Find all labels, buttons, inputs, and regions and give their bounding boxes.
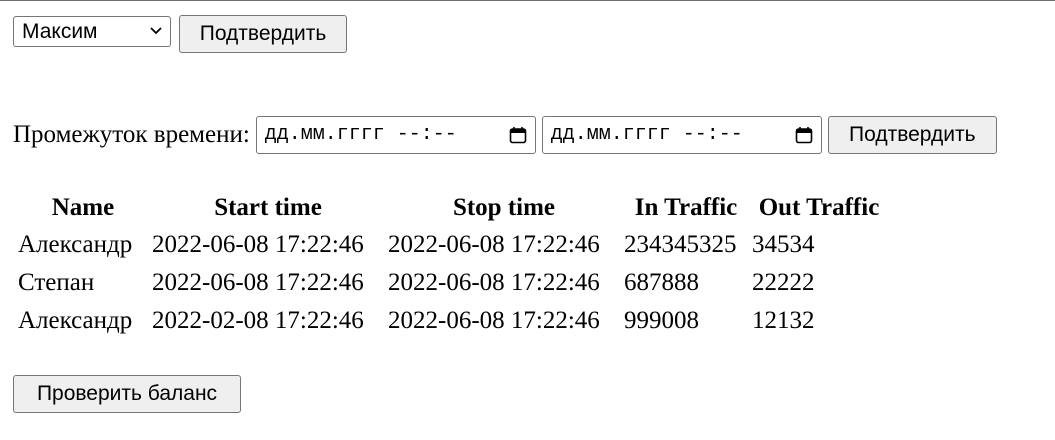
chevron-down-icon	[150, 27, 162, 35]
cell-stop-time: 2022-06-08 17:22:46	[388, 307, 600, 334]
top-border	[0, 0, 1055, 1]
cell-in-traffic: 234345325	[624, 231, 737, 258]
user-select[interactable]: Максим	[13, 16, 171, 47]
period-form: Промежуток времени: дд.мм.гггг --:-- дд.…	[13, 116, 997, 154]
cell-in-traffic: 687888	[624, 269, 699, 296]
cell-name: Александр	[18, 231, 133, 258]
cell-out-traffic: 12132	[752, 307, 815, 334]
calendar-icon[interactable]	[795, 126, 813, 144]
header-name: Name	[51, 193, 115, 221]
user-select-value: Максим	[22, 20, 98, 43]
cell-out-traffic: 22222	[752, 269, 815, 296]
period-submit-button[interactable]: Подтвердить	[827, 116, 997, 154]
table-row: Степан 2022-06-08 17:22:46 2022-06-08 17…	[16, 264, 888, 302]
cell-out-traffic: 34534	[752, 231, 815, 258]
cell-start-time: 2022-06-08 17:22:46	[152, 231, 364, 258]
cell-name: Александр	[18, 307, 133, 334]
cell-name: Степан	[18, 269, 95, 296]
table-row: Александр 2022-02-08 17:22:46 2022-06-08…	[16, 302, 888, 340]
traffic-table: Name Start time Stop time In Traffic Out…	[16, 189, 888, 340]
user-submit-button[interactable]: Подтвердить	[179, 15, 347, 53]
end-datetime-placeholder: дд.мм.гггг --:--	[550, 123, 743, 146]
start-datetime-placeholder: дд.мм.гггг --:--	[264, 123, 457, 146]
header-out-traffic: Out Traffic	[758, 193, 880, 221]
period-label: Промежуток времени:	[13, 121, 250, 148]
end-datetime-input[interactable]: дд.мм.гггг --:--	[541, 116, 822, 154]
header-start-time: Start time	[214, 193, 322, 221]
table-row: Александр 2022-06-08 17:22:46 2022-06-08…	[16, 226, 888, 264]
check-balance-button[interactable]: Проверить баланс	[13, 375, 241, 413]
cell-stop-time: 2022-06-08 17:22:46	[388, 269, 600, 296]
table-header-row: Name Start time Stop time In Traffic Out…	[16, 189, 888, 226]
start-datetime-input[interactable]: дд.мм.гггг --:--	[255, 116, 536, 154]
cell-start-time: 2022-02-08 17:22:46	[152, 307, 364, 334]
cell-start-time: 2022-06-08 17:22:46	[152, 269, 364, 296]
user-select-form: Максим Подтвердить	[13, 15, 347, 53]
cell-stop-time: 2022-06-08 17:22:46	[388, 231, 600, 258]
header-in-traffic: In Traffic	[634, 193, 738, 221]
calendar-icon[interactable]	[509, 126, 527, 144]
cell-in-traffic: 999008	[624, 307, 699, 334]
header-stop-time: Stop time	[452, 193, 556, 221]
